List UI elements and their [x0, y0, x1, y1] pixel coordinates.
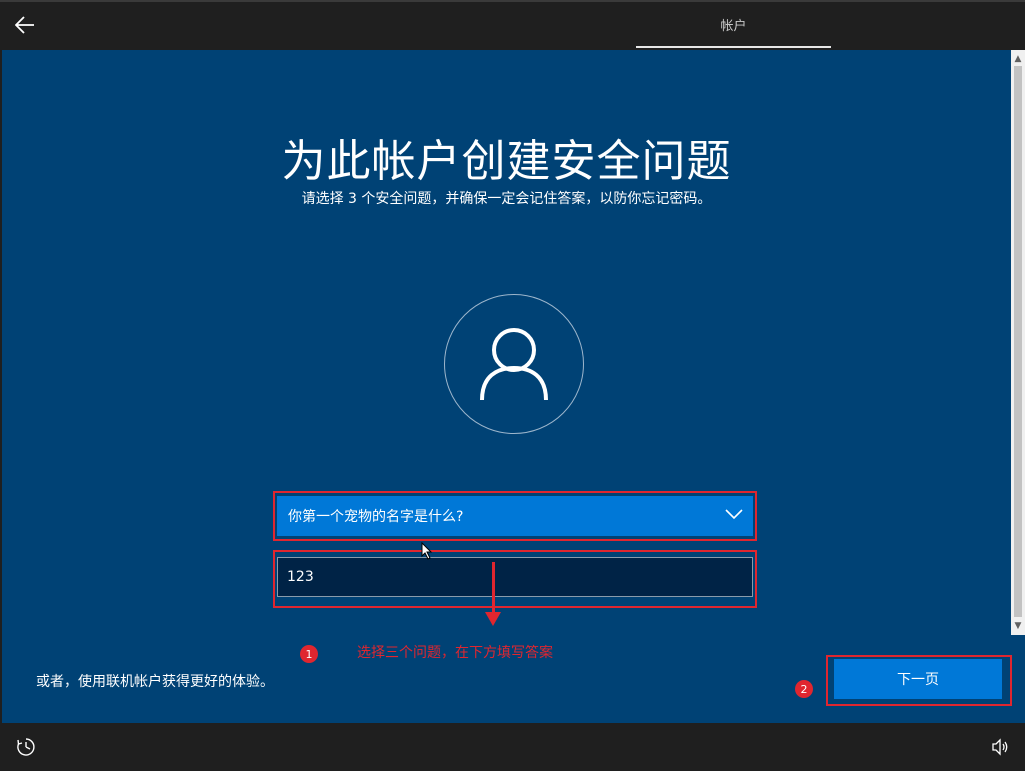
ease-of-access-icon[interactable]: [16, 737, 36, 757]
scroll-gutter: [1011, 635, 1025, 723]
tab-active-indicator: [636, 46, 831, 48]
security-question-select[interactable]: 你第一个宠物的名字是什么?: [277, 496, 753, 536]
main-panel: 为此帐户创建安全问题 请选择 3 个安全问题，并确保一定会记住答案，以防你忘记密…: [2, 50, 1011, 723]
online-account-link[interactable]: 或者，使用联机帐户获得更好的体验。: [36, 671, 274, 691]
annotation-arrow-line: [492, 562, 495, 614]
scrollbar[interactable]: ▲ ▼: [1011, 50, 1025, 635]
annotation-note: 选择三个问题，在下方填写答案: [357, 645, 553, 661]
avatar: [444, 294, 584, 434]
scroll-up-icon[interactable]: ▲: [1011, 52, 1025, 66]
next-button[interactable]: 下一页: [834, 659, 1002, 699]
annotation-badge-1: 1: [300, 645, 318, 663]
mouse-cursor-icon: [421, 542, 433, 560]
scroll-down-icon[interactable]: ▼: [1011, 619, 1025, 633]
security-answer-input[interactable]: 123: [277, 557, 753, 597]
annotation-badge-2: 2: [795, 680, 813, 698]
user-icon: [480, 328, 548, 401]
scrollbar-thumb[interactable]: [1014, 66, 1022, 617]
back-button[interactable]: [8, 10, 42, 40]
back-arrow-icon: [15, 16, 34, 34]
page-subtitle: 请选择 3 个安全问题，并确保一定会记住答案，以防你忘记密码。: [301, 191, 712, 207]
security-question-value: 你第一个宠物的名字是什么?: [288, 509, 464, 525]
tab-account[interactable]: 帐户: [636, 0, 831, 48]
chevron-down-icon: [725, 509, 743, 520]
page-title: 为此帐户创建安全问题: [281, 136, 732, 187]
volume-icon[interactable]: [990, 737, 1010, 757]
security-answer-value: 123: [287, 569, 314, 585]
bottom-bar: [0, 723, 1025, 771]
annotation-arrow-head: [485, 612, 501, 626]
top-bar: [0, 0, 1025, 50]
